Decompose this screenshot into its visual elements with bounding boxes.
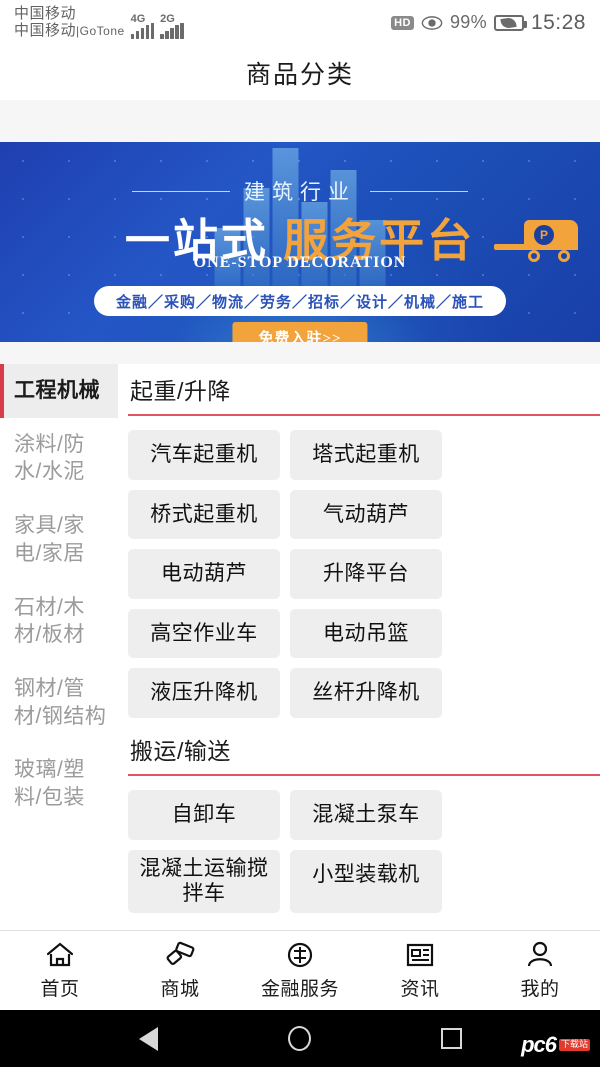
banner-eyebrow-row: 建筑行业 xyxy=(0,176,600,206)
network-type-2g: 2G xyxy=(160,13,175,26)
android-navigation-bar: pc6 下载站 xyxy=(0,1010,600,1067)
truck-wheel xyxy=(528,250,540,262)
sidebar-item-steel-pipe-structure[interactable]: 钢材/管材/钢结构 xyxy=(0,662,118,743)
watermark-text: pc6 xyxy=(521,1032,557,1057)
finance-icon xyxy=(285,940,315,970)
tab-shop[interactable]: 商城 xyxy=(120,940,240,1001)
tab-label: 资讯 xyxy=(400,979,440,1000)
battery-icon xyxy=(493,14,527,31)
category-chip[interactable]: 桥式起重机 xyxy=(128,489,280,540)
banner-rule-left xyxy=(132,190,230,192)
section-title: 起重/升降 xyxy=(130,378,231,404)
sidebar-item-label: 钢材/管材/钢结构 xyxy=(14,677,107,728)
clock: 15:28 xyxy=(530,10,586,34)
tab-label: 首页 xyxy=(40,979,80,1000)
shop-icon xyxy=(164,940,196,970)
sidebar-item-furniture-appliance-home[interactable]: 家具/家电/家居 xyxy=(0,499,118,580)
status-bar-left: 中国移动 中国移动|GoTone 4G 2G xyxy=(14,4,184,40)
category-items-panel: 起重/升降 汽车起重机 塔式起重机 桥式起重机 气动葫芦 电动葫芦 升降平台 高… xyxy=(118,364,600,916)
watermark-badge: 下载站 xyxy=(558,1039,590,1051)
sidebar-item-stone-wood-board[interactable]: 石材/木材/板材 xyxy=(0,581,118,662)
category-chip[interactable]: 升降平台 xyxy=(290,549,442,599)
banner-services-pill: 金融／采购／物流／劳务／招标／设计／机械／施工 xyxy=(94,286,506,316)
category-chip[interactable]: 汽车起重机 xyxy=(128,430,280,480)
signal-indicator-2g: 2G xyxy=(160,13,184,40)
banner-cta-button[interactable]: 免费入驻>> xyxy=(232,322,368,342)
page-title: 商品分类 xyxy=(245,61,354,89)
category-chip[interactable]: 丝杆升降机 xyxy=(290,668,442,719)
status-bar: 中国移动 中国移动|GoTone 4G 2G HD 99% 15:28 xyxy=(0,0,600,45)
carrier-name-1: 中国移动 xyxy=(14,4,77,22)
sidebar-item-coating-waterproof-cement[interactable]: 涂料/防水/水泥 xyxy=(0,418,118,499)
news-icon xyxy=(405,940,435,970)
carrier-info: 中国移动 中国移动|GoTone xyxy=(14,4,125,40)
section-divider xyxy=(128,414,600,416)
section-item-grid: 汽车起重机 塔式起重机 桥式起重机 气动葫芦 电动葫芦 升降平台 高空作业车 电… xyxy=(124,430,600,719)
category-chip[interactable]: 气动葫芦 xyxy=(290,489,442,540)
power-save-leaf-icon xyxy=(500,16,518,29)
sidebar-item-label: 工程机械 xyxy=(14,379,100,402)
sidebar-item-engineering-machinery[interactable]: 工程机械 xyxy=(0,364,118,418)
bottom-tab-bar: 首页 商城 金融服务 资讯 我的 xyxy=(0,930,600,1010)
back-icon[interactable] xyxy=(138,1026,158,1051)
home-icon xyxy=(45,940,75,970)
tab-news[interactable]: 资讯 xyxy=(360,940,480,1001)
phone-screen: 中国移动 中国移动|GoTone 4G 2G HD 99% 15:28 商品分类 xyxy=(0,0,600,1067)
carrier-suffix: |GoTone xyxy=(76,23,125,38)
category-chip[interactable]: 自卸车 xyxy=(128,790,280,840)
home-circle-icon[interactable] xyxy=(287,1026,311,1051)
eye-comfort-icon xyxy=(421,15,443,30)
category-chip[interactable]: 混凝土泵车 xyxy=(290,790,442,840)
section-item-grid: 自卸车 混凝土泵车 混凝土运输搅拌车 小型装载机 搬运车 轮式装载机 夹具 叉车… xyxy=(124,790,600,916)
truck-icon: P xyxy=(494,220,578,264)
signal-bars-icon xyxy=(130,23,155,40)
watermark: pc6 下载站 xyxy=(521,1032,590,1058)
category-chip[interactable]: 电动葫芦 xyxy=(128,549,280,599)
section-divider xyxy=(128,774,600,777)
tab-home[interactable]: 首页 xyxy=(0,940,120,1001)
battery-percent: 99% xyxy=(450,12,487,32)
status-bar-right: HD 99% 15:28 xyxy=(391,11,586,35)
header-spacer xyxy=(0,100,600,142)
category-sidebar[interactable]: 工程机械 涂料/防水/水泥 家具/家电/家居 石材/木材/板材 钢材/管材/钢结… xyxy=(0,364,118,916)
category-chip[interactable]: 高空作业车 xyxy=(128,608,280,659)
category-chip[interactable]: 混凝土运输搅拌车 xyxy=(128,849,280,913)
banner-services-text: 金融／采购／物流／劳务／招标／设计／机械／施工 xyxy=(115,294,484,311)
carrier-name-2: 中国移动|GoTone xyxy=(14,21,125,39)
user-icon xyxy=(525,940,555,970)
promo-banner[interactable]: 建筑行业 一站式 服务平台 ONE-STOP DECORATION P 金融／采… xyxy=(0,142,600,342)
app-header: 商品分类 xyxy=(0,45,600,100)
tab-label: 金融服务 xyxy=(260,979,339,1000)
category-chip[interactable]: 液压升降机 xyxy=(128,668,280,719)
sidebar-item-glass-plastic-packaging[interactable]: 玻璃/塑料/包装 xyxy=(0,743,118,824)
section-title: 搬运/输送 xyxy=(130,738,231,765)
banner-spacer xyxy=(0,342,600,364)
tab-label: 我的 xyxy=(520,979,560,1000)
sidebar-item-label: 玻璃/塑料/包装 xyxy=(14,758,85,810)
sidebar-item-label: 家具/家电/家居 xyxy=(14,514,85,565)
network-type-4g: 4G xyxy=(130,13,146,26)
banner-rule-right xyxy=(370,190,468,192)
truck-wheel xyxy=(558,250,570,262)
tab-label: 商城 xyxy=(160,979,200,1000)
sidebar-item-label: 涂料/防水/水泥 xyxy=(14,432,85,484)
tab-profile[interactable]: 我的 xyxy=(480,940,600,1001)
banner-eyebrow: 建筑行业 xyxy=(244,180,356,204)
signal-bars-icon xyxy=(160,23,184,40)
hd-badge: HD xyxy=(391,15,414,30)
category-chip[interactable]: 电动吊篮 xyxy=(290,608,442,659)
recents-square-icon[interactable] xyxy=(440,1028,462,1049)
category-content: 工程机械 涂料/防水/水泥 家具/家电/家居 石材/木材/板材 钢材/管材/钢结… xyxy=(0,364,600,916)
category-chip[interactable]: 小型装载机 xyxy=(290,849,442,913)
signal-indicator-4g: 4G xyxy=(130,13,155,40)
truck-badge: P xyxy=(534,225,554,245)
sidebar-item-label: 石材/木材/板材 xyxy=(14,595,85,647)
category-chip[interactable]: 塔式起重机 xyxy=(290,430,442,480)
tab-finance[interactable]: 金融服务 xyxy=(240,940,360,1001)
